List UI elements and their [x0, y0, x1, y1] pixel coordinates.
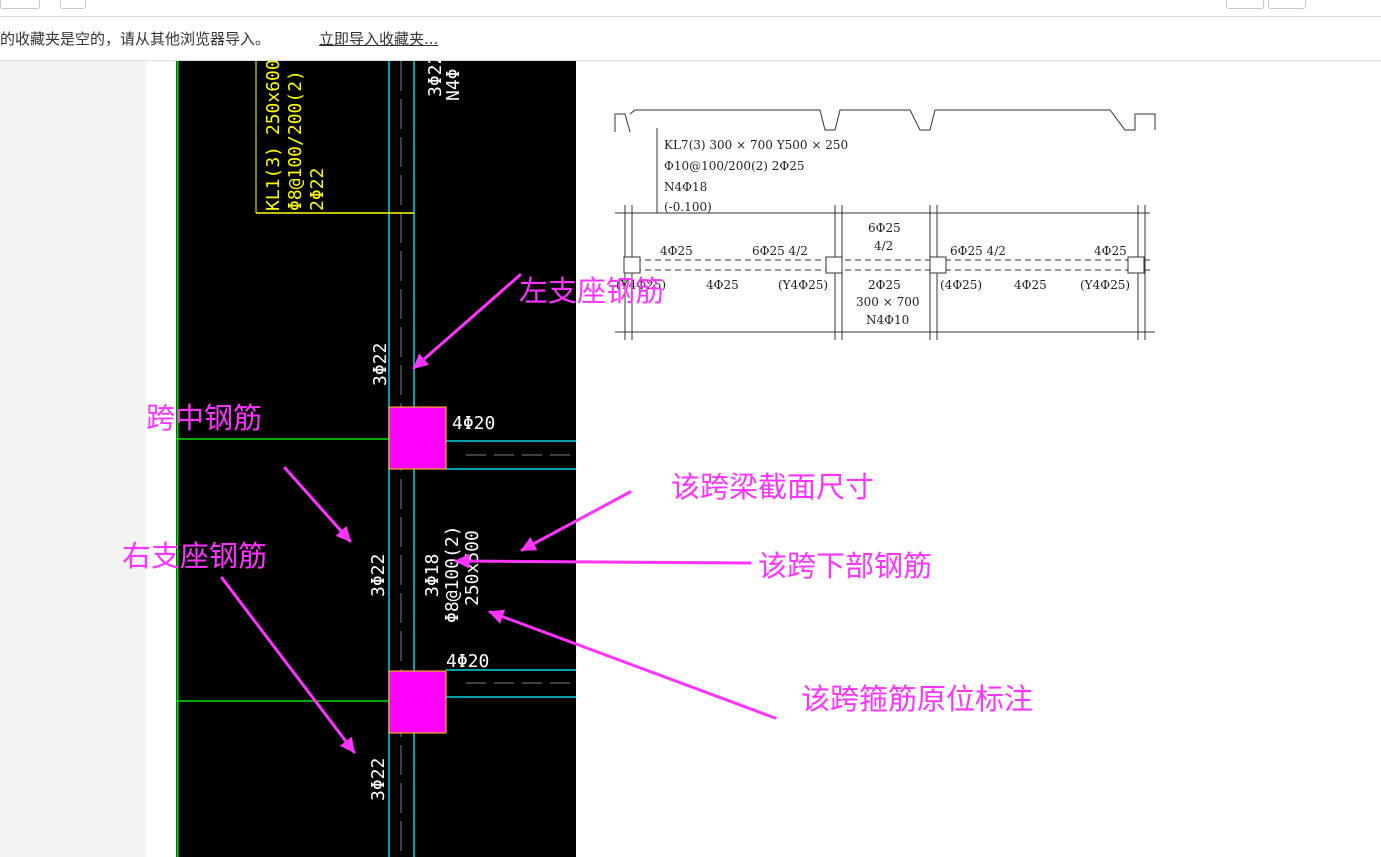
arrow-section-size: [520, 490, 632, 552]
arrow-bottom-rebar: [454, 553, 752, 569]
label-right-support: 右支座钢筋: [122, 539, 268, 573]
label-bottom-rebar: 该跨下部钢筋: [758, 549, 933, 583]
label-stirrup-note: 该跨箍筋原位标注: [801, 682, 1034, 716]
label-left-support: 左支座钢筋: [519, 274, 665, 308]
arrow-stirrup: [488, 609, 777, 720]
arrow-mid-span: [283, 466, 352, 543]
arrow-right-support: [220, 576, 356, 754]
label-mid-span: 跨中钢筋: [146, 401, 263, 435]
arrow-left-support: [412, 273, 522, 370]
label-section-size: 该跨梁截面尺寸: [671, 470, 875, 504]
